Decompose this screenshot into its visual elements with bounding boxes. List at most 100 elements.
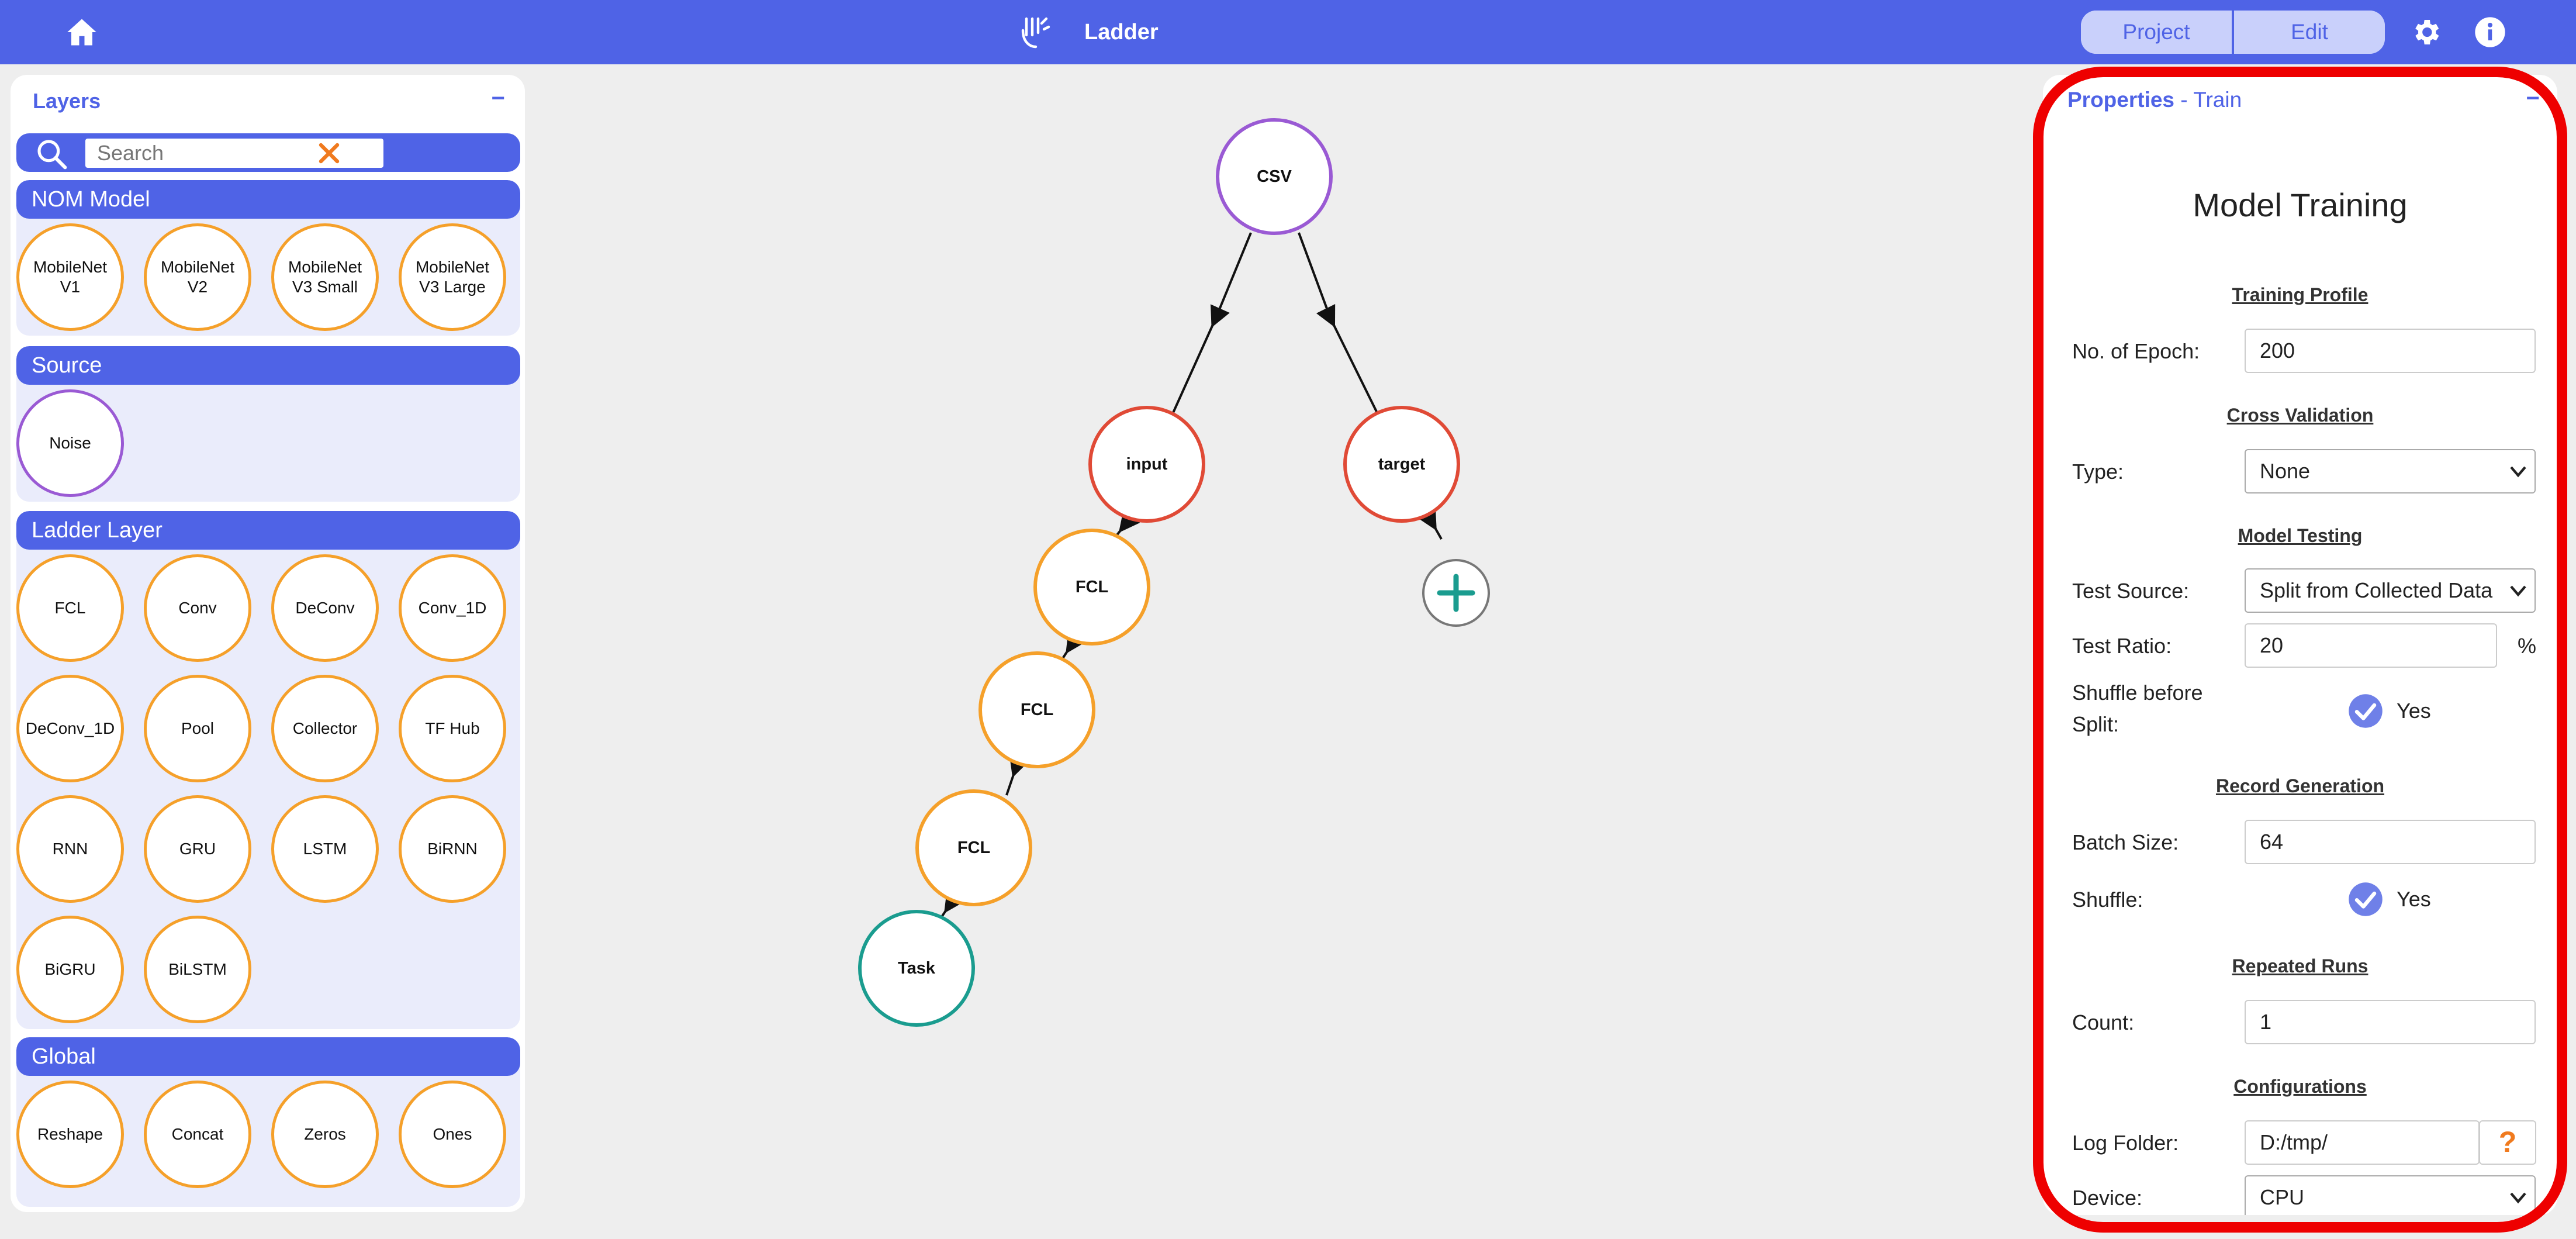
device-value: CPU: [2260, 1185, 2305, 1209]
graph-node-task[interactable]: Task: [858, 910, 975, 1027]
svg-text:?: ?: [2499, 1126, 2517, 1158]
shuffle-value: Yes: [2397, 887, 2431, 911]
batch-size-input[interactable]: 64: [2245, 820, 2536, 864]
plus-icon: [1437, 574, 1475, 612]
layer-item[interactable]: DeConv_1D: [16, 675, 124, 782]
layer-item[interactable]: FCL: [16, 554, 124, 662]
count-input[interactable]: 1: [2245, 1000, 2536, 1044]
graph-node-fcl[interactable]: FCL: [915, 789, 1032, 906]
layer-item[interactable]: RNN: [16, 795, 124, 903]
chevron-down-icon: [2510, 466, 2526, 478]
edge-fcl1-fcl2: [1061, 630, 1086, 660]
epoch-label: No. of Epoch:: [2072, 339, 2200, 363]
shuffle-checkbox[interactable]: [2348, 882, 2383, 917]
section-repeated-runs: Repeated Runs: [2232, 955, 2368, 976]
chevron-down-icon: [2510, 585, 2526, 597]
layer-item[interactable]: BiRNN: [399, 795, 506, 903]
shuffle-split-checkbox[interactable]: [2348, 693, 2383, 729]
layer-search-bar: [16, 133, 520, 172]
log-folder-help-button[interactable]: ?: [2479, 1120, 2536, 1165]
layer-item[interactable]: Ones: [399, 1081, 506, 1188]
layer-item[interactable]: Noise: [16, 389, 124, 497]
layer-item[interactable]: MobileNet V3 Small: [271, 223, 379, 331]
log-folder-label: Log Folder:: [2072, 1131, 2179, 1155]
device-label: Device:: [2072, 1186, 2143, 1210]
section-global: Global Reshape Concat Zeros Ones: [16, 1037, 520, 1207]
graph-canvas[interactable]: CSV input target FCL FCL FCL Task: [526, 64, 2034, 1234]
layer-item[interactable]: TF Hub: [399, 675, 506, 782]
section-header-ladder-layer[interactable]: Ladder Layer: [16, 511, 520, 550]
gear-icon[interactable]: [2409, 16, 2442, 49]
layer-item[interactable]: Pool: [144, 675, 251, 782]
tab-project[interactable]: Project: [2081, 11, 2232, 54]
tab-edit[interactable]: Edit: [2232, 11, 2385, 54]
log-folder-input[interactable]: D:/tmp/: [2245, 1120, 2480, 1165]
graph-node-fcl[interactable]: FCL: [978, 651, 1095, 768]
layer-item[interactable]: Zeros: [271, 1081, 379, 1188]
cv-type-select[interactable]: None: [2245, 449, 2536, 493]
section-training-profile: Training Profile: [2232, 284, 2368, 305]
shuffle-split-label-2: Split:: [2072, 712, 2119, 736]
section-record-generation: Record Generation: [2215, 775, 2385, 796]
form-title: Model Training: [2193, 187, 2408, 223]
device-select[interactable]: CPU: [2245, 1175, 2536, 1215]
properties-label: Properties: [2067, 88, 2175, 112]
layer-item[interactable]: BiLSTM: [144, 916, 251, 1023]
section-model-testing: Model Testing: [2238, 525, 2363, 546]
layer-item[interactable]: GRU: [144, 795, 251, 903]
question-icon: ?: [2499, 1126, 2517, 1158]
layer-item[interactable]: Reshape: [16, 1081, 124, 1188]
test-source-label: Test Source:: [2072, 579, 2190, 603]
cv-type-value: None: [2260, 459, 2311, 483]
properties-subtitle: - Train: [2180, 88, 2242, 112]
section-configurations: Configurations: [2233, 1076, 2367, 1097]
layers-panel-title: Layers: [33, 89, 101, 113]
mode-toggle: Project Edit: [2081, 11, 2385, 54]
layer-item[interactable]: Conv: [144, 554, 251, 662]
top-bar: Ladder Project Edit: [0, 0, 2576, 64]
edge-fcl3-task: [941, 890, 964, 918]
epoch-input[interactable]: 200: [2245, 329, 2536, 373]
layers-panel: Layers − NOM Model MobileNet V1 MobileNe…: [11, 75, 525, 1212]
edge-input-fcl1: [1115, 509, 1140, 537]
edge-csv-input: [1215, 232, 1252, 319]
test-ratio-input[interactable]: 20: [2245, 623, 2497, 668]
home-icon[interactable]: [66, 18, 98, 47]
section-header-global[interactable]: Global: [16, 1037, 520, 1076]
layers-collapse-button[interactable]: −: [492, 85, 505, 112]
layer-item[interactable]: BiGRU: [16, 916, 124, 1023]
chevron-down-icon: [2510, 1192, 2526, 1204]
test-source-value: Split from Collected Data: [2260, 578, 2493, 602]
test-ratio-label: Test Ratio:: [2072, 634, 2172, 658]
graph-node-csv[interactable]: CSV: [1216, 118, 1333, 235]
section-source: Source Noise: [16, 346, 520, 502]
section-header-nom-model[interactable]: NOM Model: [16, 180, 520, 219]
section-ladder-layer: Ladder Layer FCL Conv DeConv Conv_1D DeC…: [16, 511, 520, 1029]
search-icon: [37, 140, 67, 170]
layer-item[interactable]: MobileNet V3 Large: [399, 223, 506, 331]
info-icon[interactable]: [2474, 16, 2506, 49]
graph-node-fcl[interactable]: FCL: [1033, 529, 1150, 646]
shuffle-split-label-1: Shuffle before: [2072, 681, 2203, 705]
graph-node-input[interactable]: input: [1088, 406, 1205, 523]
properties-collapse-button[interactable]: −: [2526, 85, 2540, 112]
layer-item[interactable]: MobileNet V2: [144, 223, 251, 331]
test-source-select[interactable]: Split from Collected Data: [2245, 568, 2536, 613]
ladder-logo-icon: [1021, 17, 1050, 49]
shuffle-split-value: Yes: [2397, 699, 2431, 723]
graph-node-target[interactable]: target: [1343, 406, 1460, 523]
layer-item[interactable]: MobileNet V1: [16, 223, 124, 331]
layer-item[interactable]: Collector: [271, 675, 379, 782]
add-node-button[interactable]: [1422, 559, 1490, 627]
layer-item[interactable]: LSTM: [271, 795, 379, 903]
properties-title: Properties - Train: [2067, 88, 2242, 112]
clear-search-icon[interactable]: [317, 141, 341, 165]
layer-item[interactable]: Concat: [144, 1081, 251, 1188]
properties-panel: Properties - Train − Model Training Trai…: [2043, 75, 2557, 1215]
layer-item[interactable]: Conv_1D: [399, 554, 506, 662]
edge-target-add: [1417, 507, 1443, 540]
edge-csv-target: [1298, 232, 1332, 319]
section-nom-model: NOM Model MobileNet V1 MobileNet V2 Mobi…: [16, 180, 520, 336]
layer-item[interactable]: DeConv: [271, 554, 379, 662]
section-header-source[interactable]: Source: [16, 346, 520, 385]
